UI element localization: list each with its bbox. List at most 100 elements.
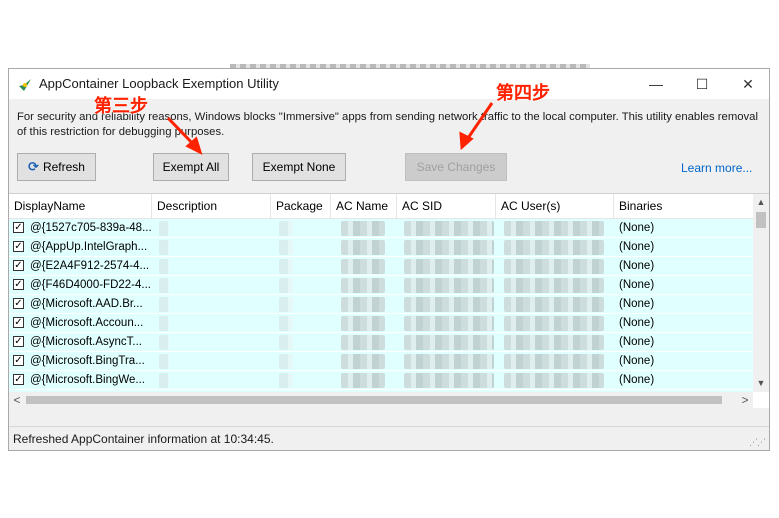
redacted-package — [279, 259, 293, 274]
status-text: Refreshed AppContainer information at 10… — [13, 432, 274, 446]
redacted-ac-sid — [404, 316, 494, 331]
redacted-description — [159, 297, 169, 312]
table-row[interactable]: ✓ @{Microsoft.Accoun... (None) — [9, 314, 753, 333]
scroll-up-icon[interactable]: ▲ — [753, 197, 769, 207]
exempt-none-label: Exempt None — [262, 160, 336, 174]
redacted-ac-name — [341, 316, 385, 331]
redacted-package — [279, 316, 293, 331]
redacted-package — [279, 335, 293, 350]
row-checkbox[interactable]: ✓ — [13, 279, 24, 290]
col-header-ac-users[interactable]: AC User(s) — [496, 194, 614, 218]
row-checkbox[interactable]: ✓ — [13, 374, 24, 385]
learn-more-link[interactable]: Learn more... — [681, 161, 752, 175]
redacted-description — [159, 316, 169, 331]
status-bar: Refreshed AppContainer information at 10… — [9, 426, 769, 450]
table-row[interactable]: ✓ @{F46D4000-FD22-4... (None) — [9, 276, 753, 295]
exempt-all-button[interactable]: Exempt All — [153, 153, 229, 181]
row-checkbox[interactable]: ✓ — [13, 336, 24, 347]
redacted-ac-sid — [404, 335, 494, 350]
redacted-ac-users — [504, 373, 604, 388]
redacted-ac-sid — [404, 278, 494, 293]
row-checkbox[interactable]: ✓ — [13, 260, 24, 271]
redacted-ac-users — [504, 316, 604, 331]
close-button[interactable]: ✕ — [725, 69, 769, 99]
row-displayname: @{F46D4000-FD22-4... — [30, 279, 151, 291]
row-displayname: @{AppUp.IntelGraph... — [30, 241, 148, 253]
col-header-package[interactable]: Package — [271, 194, 331, 218]
vertical-scrollbar[interactable]: ▲ ▼ — [753, 194, 769, 392]
maximize-button[interactable]: ☐ — [679, 69, 725, 99]
refresh-icon: ⟳ — [28, 159, 39, 174]
minimize-button[interactable]: — — [633, 69, 679, 99]
apps-grid: DisplayName Description Package AC Name … — [9, 193, 769, 408]
scroll-left-icon[interactable]: < — [9, 393, 25, 407]
redacted-ac-name — [341, 335, 385, 350]
col-header-displayname[interactable]: DisplayName — [9, 194, 152, 218]
row-binaries: (None) — [619, 222, 655, 234]
row-binaries: (None) — [619, 279, 655, 291]
redacted-ac-name — [341, 297, 385, 312]
table-row[interactable]: ✓ @{Microsoft.AsyncT... (None) — [9, 333, 753, 352]
redacted-ac-users — [504, 259, 604, 274]
maximize-icon: ☐ — [695, 75, 709, 92]
table-row[interactable]: ✓ @{1527c705-839a-48... (None) — [9, 219, 753, 238]
horizontal-scroll-thumb[interactable] — [26, 396, 722, 404]
row-binaries: (None) — [619, 317, 655, 329]
col-header-ac-name[interactable]: AC Name — [331, 194, 397, 218]
row-checkbox[interactable]: ✓ — [13, 298, 24, 309]
col-header-description[interactable]: Description — [152, 194, 271, 218]
row-checkbox[interactable]: ✓ — [13, 222, 24, 233]
resize-grip-icon[interactable]: ⋰⋰ — [749, 437, 766, 448]
redacted-ac-name — [341, 240, 385, 255]
table-row[interactable]: ✓ @{Microsoft.BingWe... (None) — [9, 371, 753, 390]
redacted-ac-users — [504, 278, 604, 293]
row-checkbox[interactable]: ✓ — [13, 355, 24, 366]
redacted-ac-sid — [404, 297, 494, 312]
redacted-description — [159, 259, 169, 274]
row-binaries: (None) — [619, 260, 655, 272]
scroll-right-icon[interactable]: > — [737, 393, 753, 407]
redacted-ac-sid — [404, 259, 494, 274]
grid-header: DisplayName Description Package AC Name … — [9, 194, 753, 219]
table-row[interactable]: ✓ @{AppUp.IntelGraph... (None) — [9, 238, 753, 257]
table-row[interactable]: ✓ @{Microsoft.AAD.Br... (None) — [9, 295, 753, 314]
exempt-none-button[interactable]: Exempt None — [252, 153, 346, 181]
col-header-ac-sid[interactable]: AC SID — [397, 194, 496, 218]
refresh-label: Refresh — [42, 160, 85, 174]
row-checkbox[interactable]: ✓ — [13, 241, 24, 252]
row-displayname: @{Microsoft.AAD.Br... — [30, 298, 143, 310]
redacted-package — [279, 373, 293, 388]
horizontal-scrollbar[interactable]: < > — [9, 392, 753, 408]
redacted-description — [159, 335, 169, 350]
redacted-description — [159, 373, 169, 388]
row-displayname: @{Microsoft.BingTra... — [30, 355, 145, 367]
vertical-scroll-thumb[interactable] — [756, 212, 766, 228]
row-checkbox[interactable]: ✓ — [13, 317, 24, 328]
redacted-ac-sid — [404, 373, 494, 388]
row-binaries: (None) — [619, 355, 655, 367]
save-changes-button[interactable]: Save Changes — [405, 153, 507, 181]
redacted-package — [279, 354, 293, 369]
row-binaries: (None) — [619, 298, 655, 310]
redacted-ac-name — [341, 373, 385, 388]
row-binaries: (None) — [619, 336, 655, 348]
minimize-icon: — — [649, 76, 663, 92]
redacted-description — [159, 221, 169, 236]
app-icon — [19, 79, 31, 91]
col-header-binaries[interactable]: Binaries — [614, 194, 753, 218]
redacted-package — [279, 297, 293, 312]
redacted-ac-users — [504, 221, 604, 236]
row-displayname: @{Microsoft.BingWe... — [30, 374, 145, 386]
table-row[interactable]: ✓ @{Microsoft.BingTra... (None) — [9, 352, 753, 371]
redacted-ac-users — [504, 335, 604, 350]
redacted-ac-name — [341, 278, 385, 293]
redacted-ac-name — [341, 221, 385, 236]
row-binaries: (None) — [619, 374, 655, 386]
row-displayname: @{Microsoft.AsyncT... — [30, 336, 143, 348]
row-displayname: @{Microsoft.Accoun... — [30, 317, 144, 329]
redacted-description — [159, 240, 169, 255]
row-displayname: @{1527c705-839a-48... — [30, 222, 152, 234]
refresh-button[interactable]: ⟳ Refresh — [17, 153, 96, 181]
scroll-down-icon[interactable]: ▼ — [753, 378, 769, 388]
table-row[interactable]: ✓ @{E2A4F912-2574-4... (None) — [9, 257, 753, 276]
